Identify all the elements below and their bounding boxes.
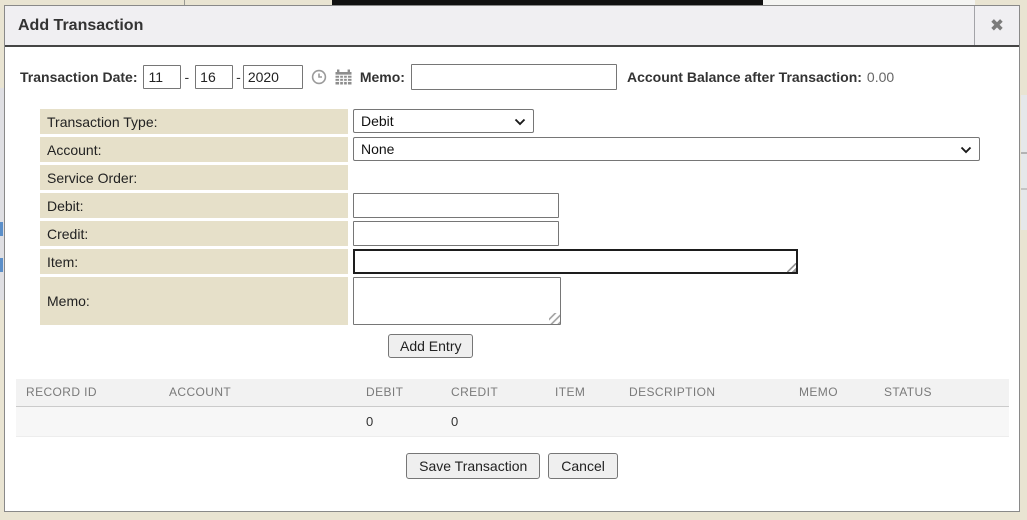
calendar-icon[interactable] [335,69,352,85]
account-select[interactable]: None [353,137,980,161]
form-row-transaction-type: Transaction Type: Debit [40,109,1019,134]
credit-label: Credit: [40,221,348,246]
col-memo: MEMO [789,379,874,406]
entries-table: RECORD ID ACCOUNT DEBIT CREDIT ITEM DESC… [16,379,1009,437]
totals-debit: 0 [356,406,441,436]
totals-item [545,406,619,436]
add-transaction-dialog: Add Transaction ✖ Transaction Date: - - [4,5,1020,512]
add-entry-button[interactable]: Add Entry [388,334,473,358]
totals-status [874,406,1009,436]
form-row-memo: Memo: [40,277,1019,325]
form-row-item: Item: [40,249,1019,274]
chevron-down-icon [960,141,972,157]
dialog-title: Add Transaction [5,17,974,35]
account-balance-label: Account Balance after Transaction: [627,69,862,85]
col-item: ITEM [545,379,619,406]
transaction-type-value: Debit [361,113,394,129]
item-input[interactable] [353,249,798,274]
background-page-fragment [1021,188,1027,190]
transaction-date-row: Transaction Date: - - [5,47,1019,90]
col-debit: DEBIT [356,379,441,406]
cancel-button[interactable]: Cancel [548,453,618,479]
totals-row: 0 0 [16,406,1009,436]
debit-input[interactable] [353,193,559,218]
totals-record-id [16,406,159,436]
col-credit: CREDIT [441,379,545,406]
background-link-fragment [0,258,3,272]
memo-label: Memo: [40,277,348,325]
transaction-date-label: Transaction Date: [20,69,137,85]
col-status: STATUS [874,379,1009,406]
form-row-debit: Debit: [40,193,1019,218]
col-description: DESCRIPTION [619,379,789,406]
form-row-credit: Credit: [40,221,1019,246]
clock-icon[interactable] [311,69,327,85]
service-order-label: Service Order: [40,165,348,190]
date-day-input[interactable] [195,65,233,89]
account-label: Account: [40,137,348,162]
col-account: ACCOUNT [159,379,356,406]
entry-form: Transaction Type: Debit Account: None [40,109,1019,358]
date-separator: - [236,69,241,85]
close-button[interactable]: ✖ [974,6,1019,45]
debit-label: Debit: [40,193,348,218]
account-value: None [361,141,394,157]
dialog-footer: Save Transaction Cancel [5,453,1019,479]
form-row-service-order: Service Order: [40,165,1019,190]
item-label: Item: [40,249,348,274]
transaction-type-label: Transaction Type: [40,109,348,134]
chevron-down-icon [514,113,526,129]
credit-input[interactable] [353,221,559,246]
top-memo-label: Memo: [360,69,405,85]
col-record-id: RECORD ID [16,379,159,406]
top-memo-input[interactable] [411,64,617,90]
background-page-fragment [1021,95,1027,230]
date-separator: - [184,69,189,85]
memo-textarea[interactable] [353,277,561,325]
totals-credit: 0 [441,406,545,436]
totals-description [619,406,789,436]
account-balance: Account Balance after Transaction: 0.00 [627,69,894,85]
form-row-account: Account: None [40,137,1019,162]
totals-memo [789,406,874,436]
entries-header-row: RECORD ID ACCOUNT DEBIT CREDIT ITEM DESC… [16,379,1009,406]
transaction-type-select[interactable]: Debit [353,109,534,133]
background-page-fragment [1021,152,1027,154]
dialog-header: Add Transaction ✖ [5,6,1019,47]
date-year-input[interactable] [243,65,303,89]
totals-account [159,406,356,436]
date-month-input[interactable] [143,65,181,89]
close-icon: ✖ [990,17,1004,34]
background-link-fragment [0,222,3,236]
save-transaction-button[interactable]: Save Transaction [406,453,540,479]
account-balance-value: 0.00 [867,69,894,85]
